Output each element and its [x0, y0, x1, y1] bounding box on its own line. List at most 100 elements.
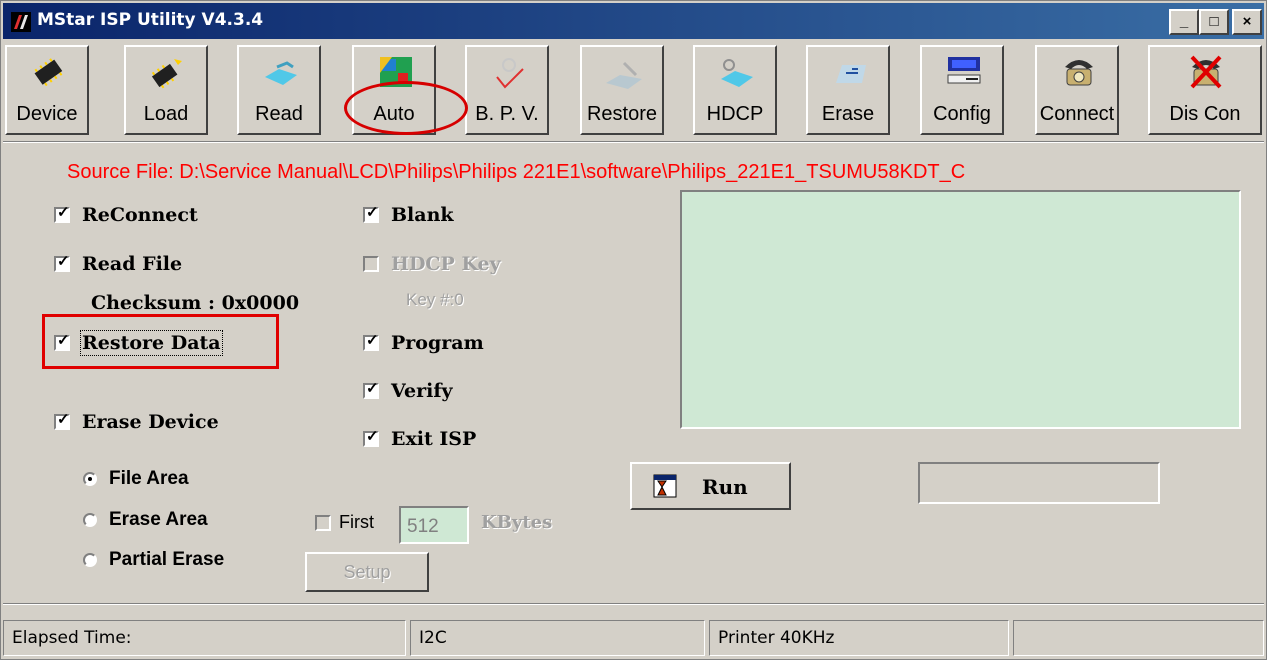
app-icon: [11, 12, 31, 32]
checkbox-box[interactable]: ✓: [363, 428, 379, 447]
computer-icon: [947, 57, 981, 84]
check-icon: ✓: [366, 428, 379, 445]
checkbox-box[interactable]: ✓: [54, 253, 70, 272]
disconnect-button[interactable]: Dis Con: [1148, 45, 1262, 135]
radio-partial-erase[interactable]: Partial Erase: [83, 549, 224, 571]
radio-circle[interactable]: [83, 513, 97, 527]
maximize-button[interactable]: □: [1199, 9, 1229, 35]
chip-load-icon: [151, 59, 182, 89]
radio-circle[interactable]: [83, 472, 97, 486]
toolbar-label: B. P. V.: [475, 103, 539, 125]
restore-button[interactable]: Restore: [580, 45, 664, 135]
check-icon: ✓: [57, 411, 70, 428]
window-title: MStar ISP Utility V4.3.4: [37, 10, 264, 30]
kbytes-unit: KBytes: [481, 512, 553, 533]
setup-button[interactable]: Setup: [305, 552, 429, 592]
status-interface: I2C: [410, 620, 705, 656]
toolbar-label: HDCP: [706, 103, 764, 125]
checkbox-box[interactable]: ✓: [363, 380, 379, 399]
restore-icon: [606, 61, 642, 89]
toolbar-label: Connect: [1039, 103, 1115, 125]
reconnect-checkbox[interactable]: ✓ ReConnect: [54, 204, 198, 226]
status-speed: Printer 40KHz: [709, 620, 1009, 656]
read-arrow-icon: [265, 61, 297, 85]
status-elapsed-time: Elapsed Time:: [3, 620, 406, 656]
connect-button[interactable]: Connect: [1035, 45, 1119, 135]
hdcp-key-icon: [721, 59, 753, 87]
telephone-icon: [1065, 60, 1093, 86]
toolbar-label: Device: [16, 103, 78, 125]
toolbar-label: Erase: [821, 103, 875, 125]
radio-dot: [88, 477, 92, 481]
erase-device-label: Erase Device: [82, 411, 219, 433]
toolbar-label: Config: [933, 103, 991, 125]
bpv-button[interactable]: B. P. V.: [465, 45, 549, 135]
check-icon: ✓: [57, 204, 70, 221]
title-bar[interactable]: MStar ISP Utility V4.3.4 _ □ ×: [3, 3, 1264, 39]
checkbox-box[interactable]: ✓: [54, 411, 70, 430]
read-button[interactable]: Read: [237, 45, 321, 135]
blank-checkbox[interactable]: ✓ Blank: [363, 204, 454, 226]
checkbox-box[interactable]: [315, 514, 331, 531]
verify-label: Verify: [391, 380, 453, 402]
first-kbytes-checkbox[interactable]: First: [315, 512, 374, 533]
partial-erase-label: Partial Erase: [109, 549, 225, 570]
program-checkbox[interactable]: ✓ Program: [363, 332, 484, 354]
toolbar-label: Read: [255, 103, 303, 125]
radio-circle[interactable]: [83, 553, 97, 567]
program-label: Program: [391, 332, 484, 354]
exit-isp-label: Exit ISP: [391, 428, 477, 450]
run-label: Run: [702, 475, 748, 499]
minimize-button[interactable]: _: [1169, 9, 1199, 35]
annotation-box: [42, 314, 279, 369]
device-button[interactable]: Device: [5, 45, 89, 135]
checkbox-box[interactable]: [363, 256, 379, 272]
verify-checkbox[interactable]: ✓ Verify: [363, 380, 453, 402]
check-icon: ✓: [366, 204, 379, 221]
check-icon: ✓: [366, 332, 379, 349]
hdcp-key-label: HDCP Key: [391, 253, 501, 275]
disconnect-icon: [1190, 55, 1222, 89]
checkmark-icon: [496, 58, 524, 89]
run-button[interactable]: Run: [630, 462, 791, 510]
check-icon: ✓: [366, 380, 379, 397]
toolbar-label: Restore: [586, 103, 658, 125]
radio-erase-area[interactable]: Erase Area: [83, 509, 208, 531]
checkbox-box[interactable]: ✓: [54, 204, 70, 223]
log-output[interactable]: [680, 190, 1241, 429]
kbytes-input[interactable]: 512: [399, 506, 469, 544]
read-file-checkbox[interactable]: ✓ Read File: [54, 253, 182, 275]
read-file-label: Read File: [82, 253, 183, 275]
divider: [3, 603, 1264, 605]
radio-file-area[interactable]: File Area: [83, 468, 189, 490]
load-button[interactable]: Load: [124, 45, 208, 135]
toolbar: Device Load Read Auto B. P. V. Restore H…: [5, 45, 1264, 137]
config-button[interactable]: Config: [920, 45, 1004, 135]
progress-field: [918, 462, 1160, 504]
key-number-label: Key #:0: [406, 290, 464, 309]
first-label: First: [339, 512, 374, 532]
toolbar-label: Load: [143, 103, 189, 125]
toolbar-label: Dis Con: [1169, 103, 1241, 125]
erase-device-checkbox[interactable]: ✓ Erase Device: [54, 411, 219, 433]
hdcp-key-checkbox[interactable]: HDCP Key: [363, 253, 501, 275]
app-window: MStar ISP Utility V4.3.4 _ □ × Device Lo…: [0, 0, 1267, 660]
checkbox-box[interactable]: ✓: [363, 332, 379, 351]
erase-area-label: Erase Area: [109, 509, 208, 530]
hdcp-button[interactable]: HDCP: [693, 45, 777, 135]
source-file-path: Source File: D:\Service Manual\LCD\Phili…: [67, 161, 966, 183]
checksum-label: Checksum : 0x0000: [91, 292, 300, 314]
check-icon: ✓: [57, 253, 70, 270]
reconnect-label: ReConnect: [82, 204, 198, 226]
close-button[interactable]: ×: [1232, 9, 1262, 35]
divider: [3, 141, 1264, 143]
eraser-icon: [836, 65, 866, 83]
erase-button[interactable]: Erase: [806, 45, 890, 135]
annotation-circle: [344, 81, 468, 135]
exit-isp-checkbox[interactable]: ✓ Exit ISP: [363, 428, 476, 450]
checkbox-box[interactable]: ✓: [363, 204, 379, 223]
hourglass-icon: [653, 474, 677, 498]
blank-label: Blank: [391, 204, 454, 226]
setup-label: Setup: [343, 562, 391, 582]
file-area-label: File Area: [109, 468, 189, 489]
